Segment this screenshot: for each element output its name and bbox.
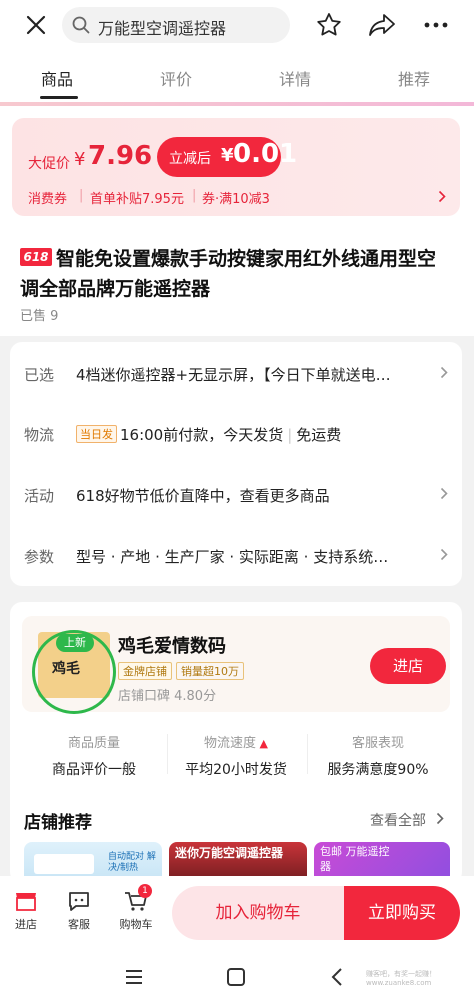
final-currency: ¥ <box>221 145 234 166</box>
store-rating: 店铺口碑 4.80分 <box>118 689 217 704</box>
promo-price-label: 大促价 <box>28 156 70 172</box>
add-to-cart-button[interactable]: 加入购物车 <box>172 886 344 940</box>
search-query: 万能型空调遥控器 <box>98 19 227 38</box>
top-header: 万能型空调遥控器 商品 评价 详情 推荐 <box>0 0 474 102</box>
store-recommend-title: 店铺推荐 <box>24 813 92 833</box>
stat-logistics: 物流速度 ▲ 平均20小时发货 <box>185 736 287 778</box>
store-icon <box>16 893 36 911</box>
chat-icon <box>69 892 89 911</box>
recommend-item-text: 自动配对 解决/制热 <box>108 852 156 873</box>
spec-value: 型号 · 产地 · 生产厂家 · 实际距离 · 支持系统… <box>76 548 389 566</box>
active-tab-indicator <box>40 96 78 99</box>
sales-badge: 销量超10万 <box>176 662 244 680</box>
search-icon <box>72 16 90 34</box>
spec-row-params[interactable]: 参数 型号 · 产地 · 生产厂家 · 实际距离 · 支持系统… <box>10 536 462 576</box>
spec-row-selected[interactable]: 已选 4档迷你遥控器+无显示屏，【今日下单就送电… <box>10 354 462 394</box>
recommend-item-text: 迷你万能空调遥控器 <box>175 846 284 860</box>
share-icon[interactable] <box>367 12 397 38</box>
watermark: 赚客吧，有奖一起赚！ www.zuanke8.com <box>366 970 436 987</box>
cart-entry[interactable]: 购物车 1 <box>112 884 160 932</box>
more-icon[interactable] <box>424 22 448 28</box>
chevron-right-icon <box>440 487 448 500</box>
close-icon[interactable] <box>24 13 48 37</box>
tab-goods[interactable]: 商品 <box>41 66 73 90</box>
sold-count: 已售 9 <box>20 309 59 324</box>
promo-currency: ¥ <box>74 149 86 170</box>
spec-label: 已选 <box>24 366 55 384</box>
thumbs-up-icon: ▲ <box>256 737 268 750</box>
enter-store-button[interactable]: 进店 <box>370 648 446 684</box>
chevron-right-icon <box>440 548 448 561</box>
bottom-action-bar: 进店 客服 购物车 1 加入购物车 立即购买 <box>0 876 474 952</box>
new-arrival-tag: 上新 <box>56 634 94 652</box>
store-name[interactable]: 鸡毛爱情数码 <box>118 632 226 658</box>
product-title: 智能免设置爆款手动按键家用红外线通用型空调全部品牌万能遥控器 <box>20 248 437 300</box>
promo-price: 7.96 <box>88 141 153 171</box>
chevron-right-icon[interactable] <box>438 190 446 203</box>
spec-row-logistics[interactable]: 物流 当日发 16:00前付款，今天发货 | 免运费 <box>10 414 462 454</box>
buy-now-button[interactable]: 立即购买 <box>344 886 460 940</box>
stat-quality: 商品质量 商品评价一般 <box>52 736 136 778</box>
final-price: 0.01 <box>233 139 298 169</box>
store-entry[interactable]: 进店 <box>2 890 50 932</box>
chevron-right-icon <box>436 812 444 825</box>
spec-value: 618好物节低价直降中，查看更多商品 <box>76 487 330 505</box>
system-nav-bar: 赚客吧，有奖一起赚！ www.zuanke8.com <box>0 952 474 1006</box>
chevron-right-icon <box>440 366 448 379</box>
gold-store-badge: 金牌店铺 <box>118 662 172 680</box>
spec-label: 活动 <box>24 487 55 505</box>
stat-service: 客服表现 服务满意度90% <box>327 736 429 778</box>
coupon-discount[interactable]: 券·满10减3 <box>202 188 270 207</box>
tab-reviews[interactable]: 评价 <box>160 66 192 90</box>
after-discount-label: 立减后 <box>169 151 211 167</box>
back-icon[interactable] <box>330 967 344 987</box>
coupon-first-order[interactable]: 首单补贴7.95元 <box>90 188 184 207</box>
view-all-link[interactable]: 查看全部 <box>370 810 426 830</box>
final-price-pill: 立减后 ¥ 0.01 <box>157 137 297 177</box>
spec-label: 物流 <box>24 426 55 444</box>
customer-service[interactable]: 客服 <box>55 890 103 932</box>
spec-row-activity[interactable]: 活动 618好物节低价直降中，查看更多商品 <box>10 475 462 515</box>
search-bar[interactable]: 万能型空调遥控器 <box>62 7 290 43</box>
star-icon[interactable] <box>315 11 343 39</box>
same-day-badge: 当日发 <box>76 425 117 443</box>
recommend-item-text: 包邮 万能遥控器 <box>320 845 390 873</box>
free-shipping: 免运费 <box>296 426 342 444</box>
spec-value: 16:00前付款，今天发货 <box>120 426 284 444</box>
tab-details[interactable]: 详情 <box>279 66 311 90</box>
menu-icon[interactable] <box>124 968 144 986</box>
coupon-consumer[interactable]: 消费券 <box>28 188 67 207</box>
store-card: 鸡毛 上新 鸡毛爱情数码 金牌店铺 销量超10万 店铺口碑 4.80分 进店 商品… <box>10 602 462 884</box>
cart-count-badge: 1 <box>138 884 152 898</box>
price-card: 大促价 ¥ 7.96 立减后 ¥ 0.01 消费券 | 首单补贴7.95元 | … <box>12 118 460 216</box>
home-icon[interactable] <box>226 967 246 987</box>
tab-recommend[interactable]: 推荐 <box>398 66 430 90</box>
spec-value: 4档迷你遥控器+无显示屏，【今日下单就送电… <box>76 366 391 384</box>
spec-label: 参数 <box>24 548 55 566</box>
spec-card: 已选 4档迷你遥控器+无显示屏，【今日下单就送电… 物流 当日发 16:00前付款… <box>10 342 462 586</box>
